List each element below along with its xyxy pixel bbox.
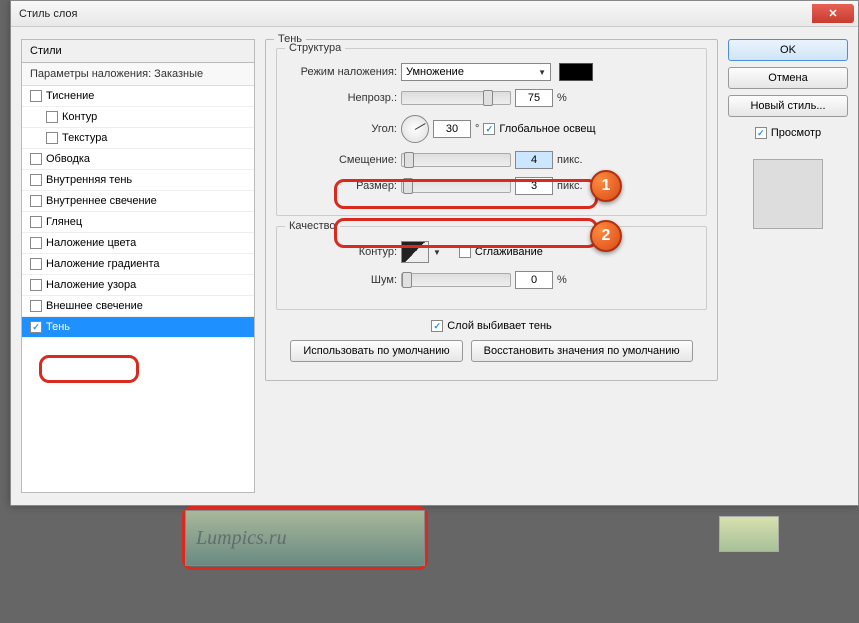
global-light-label: Глобальное освещ	[499, 123, 595, 135]
opacity-label: Непрозр.:	[287, 92, 397, 104]
style-item-3[interactable]: Обводка	[22, 149, 254, 170]
noise-unit: %	[557, 274, 567, 286]
angle-label: Угол:	[287, 123, 397, 135]
shadow-group: Тень Структура Режим наложения: Умножени…	[265, 39, 718, 381]
style-checkbox[interactable]	[30, 237, 42, 249]
style-label: Внутреннее свечение	[46, 195, 157, 207]
style-label: Текстура	[62, 132, 107, 144]
style-checkbox[interactable]	[30, 153, 42, 165]
noise-input[interactable]	[515, 271, 553, 289]
style-checkbox[interactable]	[30, 258, 42, 270]
opacity-unit: %	[557, 92, 567, 104]
style-item-6[interactable]: Глянец	[22, 212, 254, 233]
contour-picker[interactable]	[401, 241, 429, 263]
layer-style-dialog: Стиль слоя ✕ Стили Параметры наложения: …	[10, 0, 859, 506]
layer-thumbnail	[719, 516, 779, 552]
angle-dial[interactable]	[401, 115, 429, 143]
reset-default-button[interactable]: Восстановить значения по умолчанию	[471, 340, 693, 362]
style-checkbox[interactable]	[30, 195, 42, 207]
style-item-7[interactable]: Наложение цвета	[22, 233, 254, 254]
distance-label: Смещение:	[287, 154, 397, 166]
styles-list: Стили Параметры наложения: Заказные Тисн…	[21, 39, 255, 493]
style-item-1[interactable]: Контур	[22, 107, 254, 128]
noise-label: Шум:	[287, 274, 397, 286]
close-icon: ✕	[828, 7, 837, 20]
knockout-checkbox[interactable]	[431, 320, 443, 332]
blend-mode-select[interactable]: Умножение ▼	[401, 63, 551, 81]
distance-input[interactable]	[515, 151, 553, 169]
dialog-buttons: OK Отмена Новый стиль... Просмотр	[728, 39, 848, 493]
quality-group: Качество Контур: ▼ Сглаживание Шум: %	[276, 226, 707, 310]
structure-group: Структура Режим наложения: Умножение ▼ Н…	[276, 48, 707, 216]
contour-label: Контур:	[287, 246, 397, 258]
style-label: Наложение цвета	[46, 237, 136, 249]
style-checkbox[interactable]	[30, 90, 42, 102]
preview-label: Просмотр	[771, 127, 821, 139]
style-item-2[interactable]: Текстура	[22, 128, 254, 149]
style-checkbox[interactable]	[30, 321, 42, 333]
size-slider[interactable]	[401, 179, 511, 193]
knockout-label: Слой выбивает тень	[447, 320, 552, 332]
opacity-slider[interactable]	[401, 91, 511, 105]
style-item-9[interactable]: Наложение узора	[22, 275, 254, 296]
opacity-input[interactable]	[515, 89, 553, 107]
global-light-checkbox[interactable]	[483, 123, 495, 135]
ok-button[interactable]: OK	[728, 39, 848, 61]
style-item-10[interactable]: Внешнее свечение	[22, 296, 254, 317]
make-default-button[interactable]: Использовать по умолчанию	[290, 340, 462, 362]
chevron-down-icon[interactable]: ▼	[433, 248, 441, 257]
titlebar: Стиль слоя ✕	[11, 1, 858, 27]
structure-legend: Структура	[285, 42, 345, 54]
size-input[interactable]	[515, 177, 553, 195]
style-checkbox[interactable]	[30, 216, 42, 228]
style-checkbox[interactable]	[30, 300, 42, 312]
style-checkbox[interactable]	[30, 174, 42, 186]
style-label: Внутренняя тень	[46, 174, 132, 186]
style-label: Наложение градиента	[46, 258, 160, 270]
watermark-text: Lumpics.ru	[196, 527, 287, 550]
annotation-badge-1: 1	[590, 170, 622, 202]
style-checkbox[interactable]	[46, 132, 58, 144]
window-title: Стиль слоя	[15, 8, 77, 20]
style-item-4[interactable]: Внутренняя тень	[22, 170, 254, 191]
angle-input[interactable]	[433, 120, 471, 138]
noise-slider[interactable]	[401, 273, 511, 287]
chevron-down-icon: ▼	[538, 68, 546, 77]
new-style-button[interactable]: Новый стиль...	[728, 95, 848, 117]
style-label: Глянец	[46, 216, 82, 228]
style-label: Обводка	[46, 153, 90, 165]
antialias-label: Сглаживание	[475, 246, 543, 258]
angle-unit: °	[475, 123, 479, 135]
color-swatch[interactable]	[559, 63, 593, 81]
style-item-5[interactable]: Внутреннее свечение	[22, 191, 254, 212]
preview-thumbnail	[753, 159, 823, 229]
style-item-8[interactable]: Наложение градиента	[22, 254, 254, 275]
annotation-badge-2: 2	[590, 220, 622, 252]
preview-checkbox[interactable]	[755, 127, 767, 139]
size-unit: пикс.	[557, 180, 583, 192]
close-button[interactable]: ✕	[812, 4, 854, 23]
styles-header: Стили	[22, 40, 254, 63]
style-label: Наложение узора	[46, 279, 136, 291]
blend-mode-label: Режим наложения:	[287, 66, 397, 78]
style-label: Внешнее свечение	[46, 300, 143, 312]
distance-slider[interactable]	[401, 153, 511, 167]
quality-legend: Качество	[285, 220, 340, 232]
style-label: Тень	[46, 321, 70, 333]
style-item-11[interactable]: Тень	[22, 317, 254, 338]
style-label: Контур	[62, 111, 97, 123]
style-checkbox[interactable]	[30, 279, 42, 291]
watermark-strip: Lumpics.ru	[185, 510, 425, 566]
blend-mode-value: Умножение	[406, 66, 464, 78]
style-checkbox[interactable]	[46, 111, 58, 123]
settings-panel: Тень Структура Режим наложения: Умножени…	[265, 39, 718, 493]
size-label: Размер:	[287, 180, 397, 192]
blending-options[interactable]: Параметры наложения: Заказные	[22, 63, 254, 86]
antialias-checkbox[interactable]	[459, 246, 471, 258]
distance-unit: пикс.	[557, 154, 583, 166]
style-label: Тиснение	[46, 90, 94, 102]
cancel-button[interactable]: Отмена	[728, 67, 848, 89]
style-item-0[interactable]: Тиснение	[22, 86, 254, 107]
